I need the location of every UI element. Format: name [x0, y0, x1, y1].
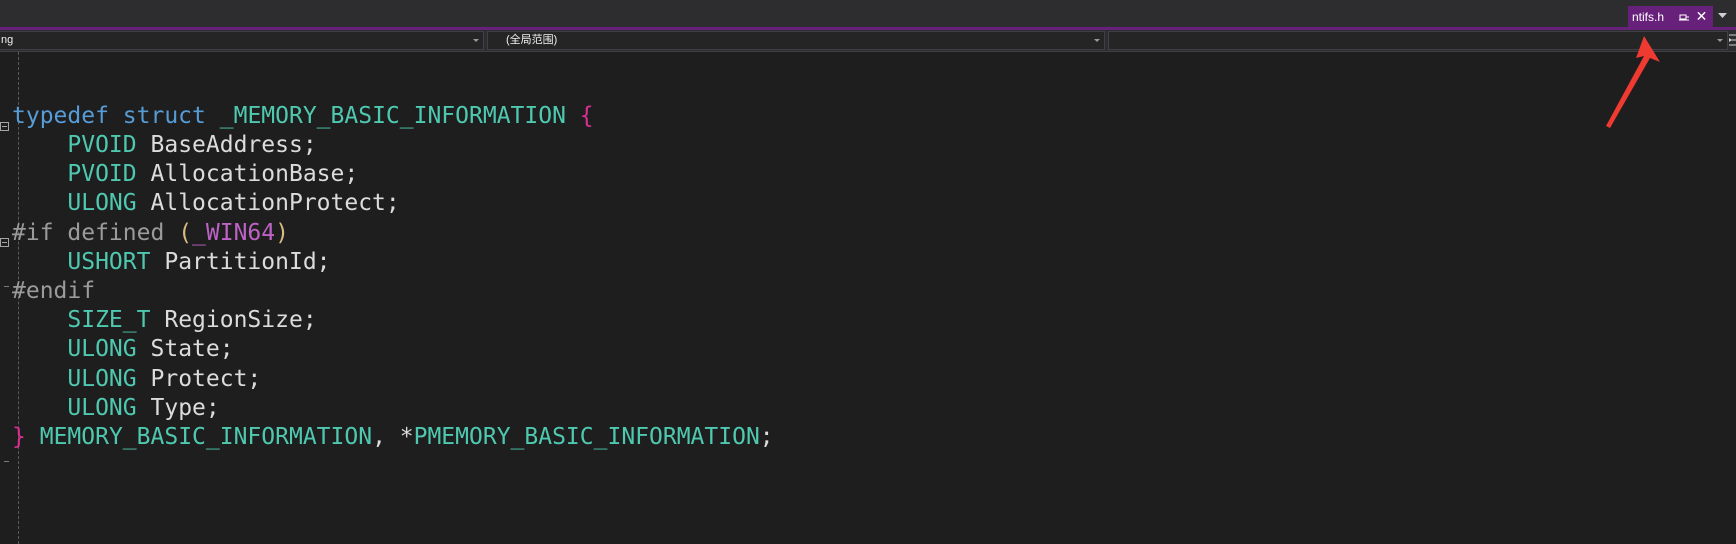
- punctuation-token: ;: [759, 424, 774, 450]
- keyword-token: typedef: [12, 103, 109, 129]
- chevron-down-icon: [1094, 39, 1100, 42]
- field-token: Type;: [150, 395, 220, 421]
- field-token: AllocationBase;: [150, 161, 359, 187]
- scope-dropdown-value: (全局范围): [506, 34, 558, 46]
- navigation-bar: ng (全局范围): [0, 30, 1736, 52]
- field-token: AllocationProtect;: [150, 190, 400, 216]
- type-token: ULONG: [67, 336, 137, 362]
- type-token: PVOID: [67, 132, 137, 158]
- code-editor[interactable]: typedef struct _MEMORY_BASIC_INFORMATION…: [0, 52, 1736, 544]
- chevron-down-icon: [473, 39, 479, 42]
- code-line: } MEMORY_BASIC_INFORMATION, *PMEMORY_BAS…: [12, 421, 774, 453]
- type-token: SIZE_T: [67, 307, 151, 333]
- code-line: SIZE_T RegionSize;: [12, 304, 317, 336]
- type-token: USHORT: [67, 249, 151, 275]
- code-line: PVOID BaseAddress;: [12, 129, 317, 161]
- code-line: typedef struct _MEMORY_BASIC_INFORMATION…: [12, 100, 594, 132]
- typedef-name-token: MEMORY_BASIC_INFORMATION: [39, 424, 373, 450]
- code-line: ULONG State;: [12, 333, 234, 365]
- field-token: Protect;: [150, 366, 262, 392]
- project-dropdown-value: ng: [1, 34, 14, 46]
- preprocessor-token: #endif: [12, 278, 96, 304]
- code-line: ULONG Protect;: [12, 363, 261, 395]
- punctuation-token: , *: [372, 424, 414, 450]
- pin-icon[interactable]: [1679, 12, 1689, 22]
- code-line: ULONG AllocationProtect;: [12, 187, 400, 219]
- type-token: PVOID: [67, 161, 137, 187]
- keyword-token: struct: [122, 103, 206, 129]
- project-dropdown[interactable]: ng: [0, 31, 484, 50]
- fold-toggle-icon[interactable]: [0, 122, 9, 131]
- type-token: ULONG: [67, 395, 137, 421]
- document-tab-title: ntifs.h: [1632, 10, 1665, 24]
- scope-dropdown[interactable]: (全局范围): [487, 31, 1105, 50]
- field-token: RegionSize;: [164, 307, 317, 333]
- brace-token: }: [12, 424, 26, 450]
- fold-end-marker: [4, 461, 9, 462]
- paren-token: ): [275, 220, 289, 246]
- document-tab-ntifs[interactable]: ntifs.h ✕: [1628, 6, 1713, 28]
- field-token: PartitionId;: [164, 249, 331, 275]
- code-line: USHORT PartitionId;: [12, 246, 331, 278]
- annotation-arrow-icon: [1606, 36, 1660, 128]
- chevron-down-icon[interactable]: [1718, 11, 1727, 20]
- type-token: ULONG: [67, 190, 137, 216]
- preprocessor-token: #if defined: [12, 220, 165, 246]
- brace-token: {: [579, 103, 594, 129]
- fold-toggle-icon[interactable]: [0, 238, 9, 247]
- struct-name-token: _MEMORY_BASIC_INFORMATION: [219, 103, 566, 129]
- code-line: #endif: [12, 275, 95, 307]
- code-line: ULONG Type;: [12, 392, 220, 424]
- field-token: BaseAddress;: [150, 132, 317, 158]
- typedef-name-token: PMEMORY_BASIC_INFORMATION: [413, 424, 760, 450]
- split-window-icon[interactable]: [1728, 33, 1736, 47]
- fold-end-marker: [4, 286, 9, 287]
- chevron-down-icon: [1717, 39, 1723, 42]
- document-tab-strip: ntifs.h ✕: [0, 0, 1736, 30]
- code-line: #if defined (_WIN64): [12, 217, 289, 249]
- type-token: ULONG: [67, 366, 137, 392]
- macro-token: _WIN64: [192, 220, 276, 246]
- editor-window: ntifs.h ✕ ng (全局范围) typedef struct _MEMO…: [0, 0, 1736, 544]
- close-icon[interactable]: ✕: [1695, 9, 1708, 23]
- field-token: State;: [150, 336, 234, 362]
- paren-token: (: [178, 220, 193, 246]
- code-line: PVOID AllocationBase;: [12, 158, 358, 190]
